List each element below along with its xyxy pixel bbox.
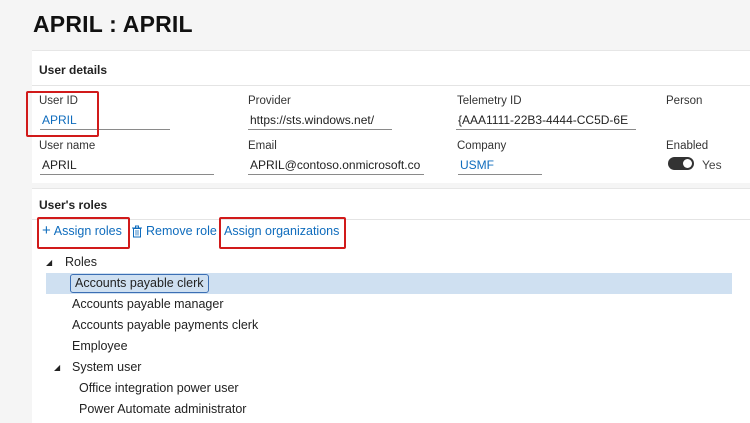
company-field[interactable]: USMF (458, 158, 542, 175)
telemetry-id-label: Telemetry ID (457, 95, 522, 107)
tree-node-system-user[interactable]: ◢ System user (32, 357, 732, 378)
role-label: Accounts payable payments clerk (72, 318, 259, 332)
company-label: Company (457, 140, 507, 152)
user-details-panel: User details User ID APRIL Provider http… (32, 50, 750, 183)
tree-row[interactable]: Power Automate administrator (32, 399, 732, 420)
role-label: Employee (72, 339, 128, 353)
enabled-toggle-text: Yes (702, 158, 722, 172)
email-label: Email (248, 140, 277, 152)
section-divider (32, 85, 750, 86)
tree-node-roles[interactable]: ◢ Roles (32, 252, 732, 273)
email-field[interactable]: APRIL@contoso.onmicrosoft.co (248, 158, 424, 175)
user-details-heading: User details (39, 63, 108, 77)
remove-role-label: Remove role (146, 224, 217, 238)
tree-row-selected[interactable]: Accounts payable clerk (46, 273, 732, 294)
collapse-caret-icon[interactable]: ◢ (46, 252, 52, 273)
tree-row[interactable]: Employee (32, 336, 732, 357)
tree-row[interactable]: Accounts payable manager (32, 294, 732, 315)
role-label: Accounts payable manager (72, 297, 224, 311)
trash-icon (131, 225, 143, 238)
role-label: Office integration power user (79, 381, 239, 395)
tree-node-label: Roles (65, 255, 97, 269)
role-label: Accounts payable clerk (70, 274, 209, 293)
telemetry-id-field[interactable]: {AAA1111-22B3-4444-CC5D-6E (456, 113, 636, 130)
page-title: APRIL : APRIL (33, 11, 193, 37)
user-roles-panel: User's roles + Assign roles Remove role … (32, 188, 750, 423)
tree-row[interactable]: Accounts payable payments clerk (32, 315, 732, 336)
remove-role-button[interactable]: Remove role (131, 224, 217, 238)
role-label: Power Automate administrator (79, 402, 247, 416)
provider-field[interactable]: https://sts.windows.net/ (248, 113, 392, 130)
enabled-toggle[interactable] (668, 157, 694, 170)
user-name-field[interactable]: APRIL (40, 158, 214, 175)
collapse-caret-icon[interactable]: ◢ (54, 357, 60, 378)
annotation-box-assign-roles (37, 217, 130, 249)
user-name-label: User name (39, 140, 96, 152)
enabled-label: Enabled (666, 140, 709, 152)
annotation-box-assign-organizations (219, 217, 346, 249)
tree-row[interactable]: Office integration power user (32, 378, 732, 399)
person-label: Person (666, 95, 703, 107)
provider-label: Provider (248, 95, 291, 107)
user-roles-heading: User's roles (39, 198, 108, 212)
section-divider (32, 219, 750, 220)
annotation-box-user-id (26, 91, 99, 137)
tree-node-label: System user (72, 360, 142, 374)
